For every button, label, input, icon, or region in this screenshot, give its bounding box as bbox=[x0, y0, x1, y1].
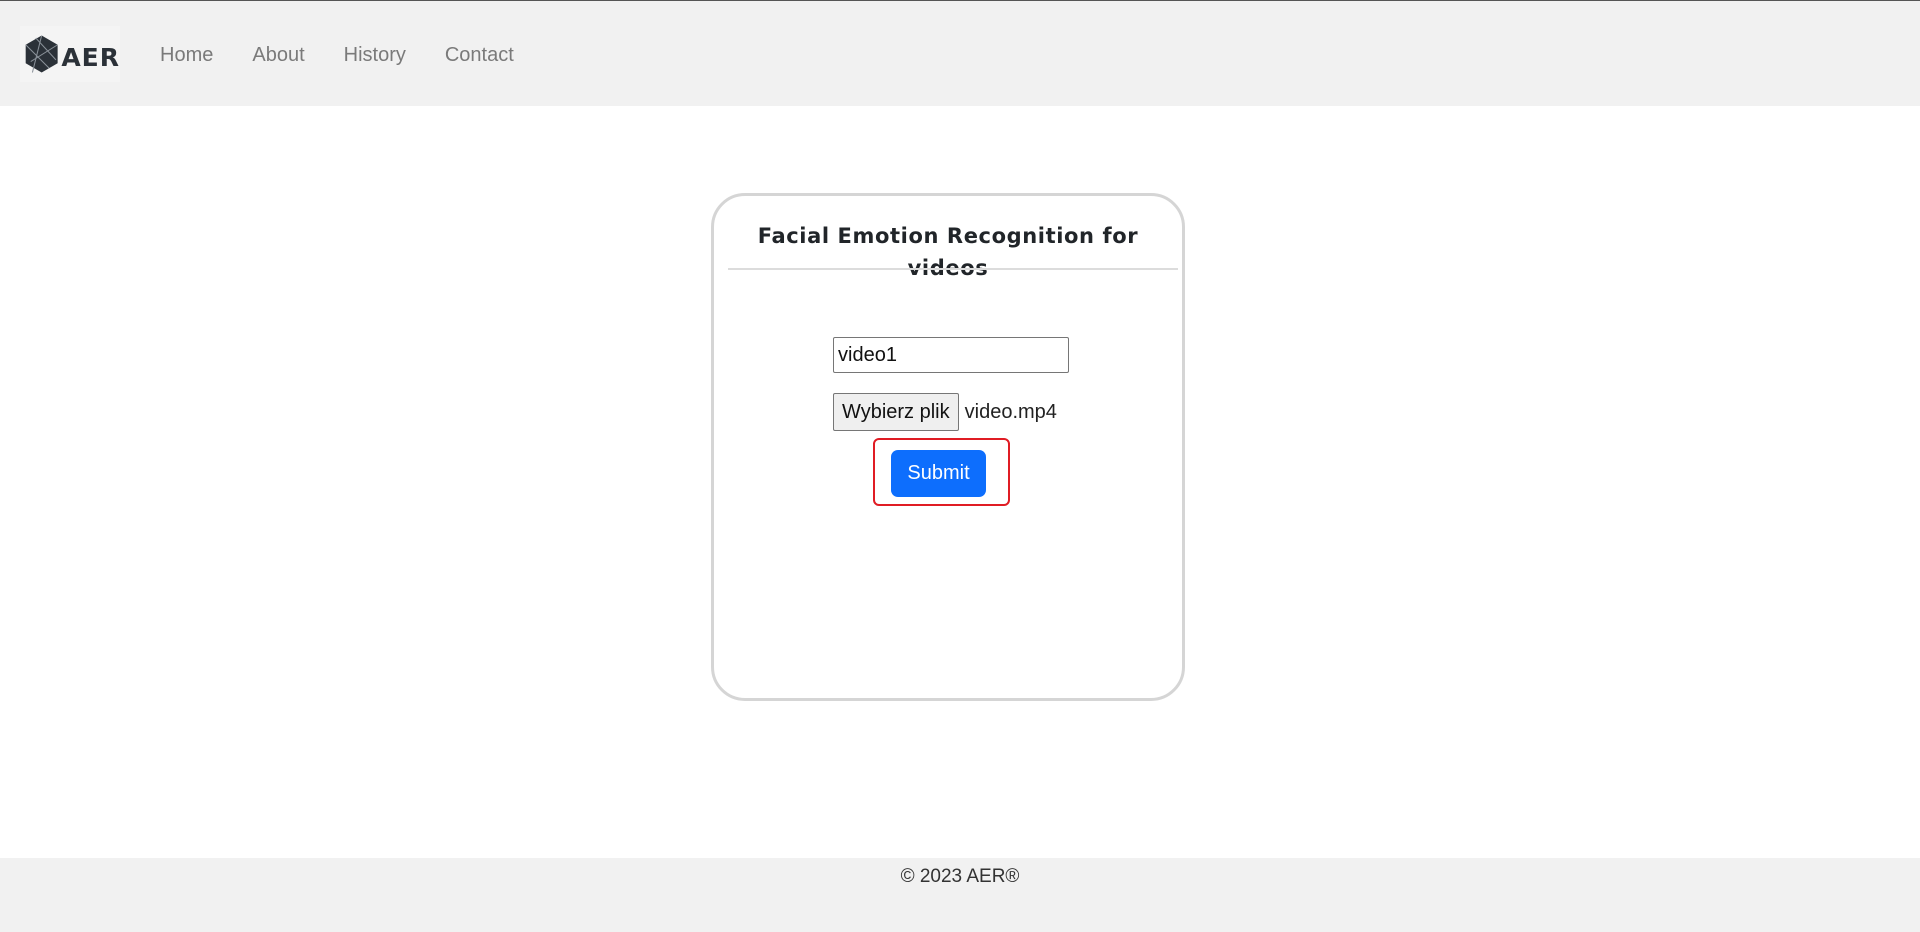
file-picker: Wybierz plik video.mp4 bbox=[833, 393, 1057, 431]
polyhedron-logo-icon bbox=[25, 35, 58, 73]
footer: © 2023 AER® bbox=[0, 858, 1920, 932]
brand-logo[interactable]: AER bbox=[20, 26, 120, 82]
main-nav: Home About History Contact bbox=[160, 41, 553, 69]
nav-home[interactable]: Home bbox=[160, 41, 213, 69]
card-divider bbox=[728, 268, 1178, 270]
card-title: Facial Emotion Recognition for videos bbox=[757, 224, 1139, 280]
selected-file-name: video.mp4 bbox=[964, 400, 1057, 423]
nav-contact[interactable]: Contact bbox=[445, 41, 514, 69]
submit-button[interactable]: Submit bbox=[891, 450, 986, 497]
navbar: AER Home About History Contact bbox=[0, 1, 1920, 106]
choose-file-button[interactable]: Wybierz plik bbox=[833, 393, 959, 431]
copyright-text: © 2023 AER® bbox=[900, 866, 1020, 887]
video-name-input[interactable] bbox=[833, 337, 1069, 373]
logo-text: AER bbox=[61, 42, 120, 72]
nav-history[interactable]: History bbox=[344, 41, 406, 69]
nav-about[interactable]: About bbox=[252, 41, 304, 69]
